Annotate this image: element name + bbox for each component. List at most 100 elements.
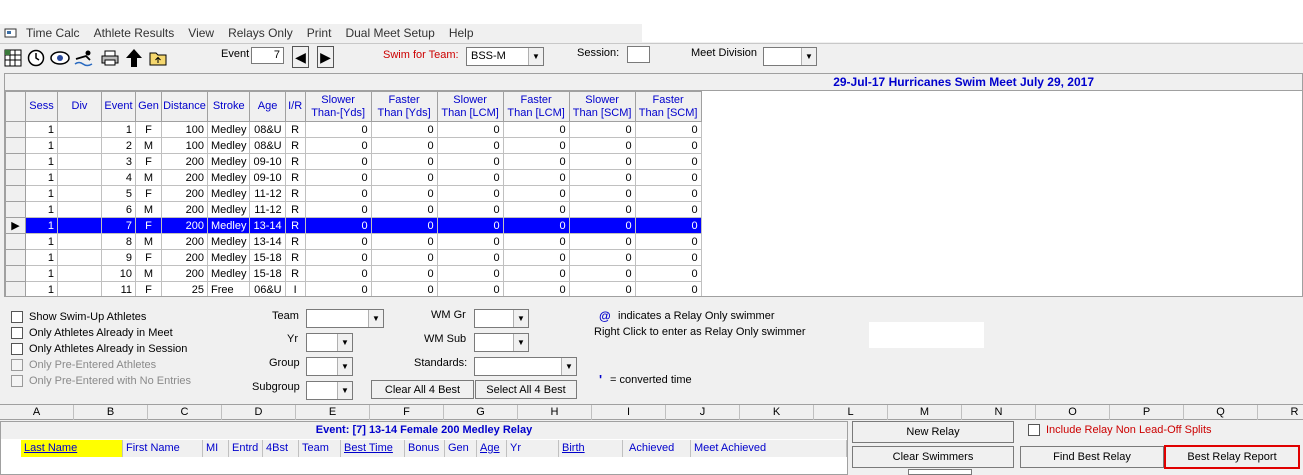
table-cell[interactable]: 0 <box>634 281 702 296</box>
printer-icon[interactable] <box>100 48 120 68</box>
table-cell[interactable] <box>57 153 102 170</box>
table-cell[interactable]: 1 <box>25 217 58 234</box>
group-select[interactable]: ▼ <box>306 357 353 376</box>
table-cell[interactable]: 0 <box>568 281 636 296</box>
table-cell[interactable]: 0 <box>634 169 702 186</box>
table-cell[interactable]: 200 <box>161 153 208 170</box>
new-relay-button[interactable]: New Relay <box>852 421 1014 443</box>
menu-help[interactable]: Help <box>449 26 474 40</box>
table-cell[interactable]: 0 <box>502 233 570 250</box>
table-cell[interactable]: R <box>284 137 306 154</box>
wm-gr-select[interactable]: ▼ <box>474 309 529 328</box>
menu-relays-only[interactable]: Relays Only <box>228 26 293 40</box>
table-cell[interactable]: Medley <box>206 233 251 250</box>
select-all-4-best-button[interactable]: Select All 4 Best <box>475 380 577 399</box>
menu-time-calc[interactable]: Time Calc <box>26 26 80 40</box>
checkbox-box[interactable] <box>11 311 23 323</box>
table-cell[interactable]: 0 <box>436 233 504 250</box>
table-cell[interactable]: 0 <box>568 137 636 154</box>
table-cell[interactable]: 0 <box>370 169 438 186</box>
table-cell[interactable]: R <box>284 121 306 138</box>
clear-all-4-best-button[interactable]: Clear All 4 Best <box>371 380 474 399</box>
col-mi[interactable]: MI <box>203 440 229 457</box>
row-selector[interactable] <box>5 233 26 250</box>
row-selector[interactable] <box>5 281 26 296</box>
include-non-leadoff-checkbox[interactable]: Include Relay Non Lead-Off Splits <box>1028 424 1212 436</box>
table-cell[interactable]: 1 <box>101 121 136 138</box>
table-cell[interactable]: 100 <box>161 121 208 138</box>
table-row[interactable]: 1 1 F 100 Medley 08&U R 0 0 0 0 0 0 <box>5 121 702 138</box>
table-cell[interactable]: Medley <box>206 137 251 154</box>
standards-select[interactable]: ▼ <box>474 357 577 376</box>
team-select[interactable]: ▼ <box>306 309 384 328</box>
table-cell[interactable]: F <box>135 121 162 138</box>
menu-athlete-results[interactable]: Athlete Results <box>94 26 175 40</box>
col-bonus[interactable]: Bonus <box>405 440 445 457</box>
table-cell[interactable]: 0 <box>436 185 504 202</box>
table-cell[interactable]: 0 <box>304 233 372 250</box>
table-cell[interactable]: 1 <box>25 121 58 138</box>
session-input[interactable] <box>627 46 650 63</box>
menu-dual-meet-setup[interactable]: Dual Meet Setup <box>345 26 434 40</box>
table-cell[interactable]: 0 <box>502 265 570 282</box>
table-cell[interactable]: 08&U <box>249 121 286 138</box>
table-cell[interactable]: R <box>284 233 306 250</box>
table-row[interactable]: 1 4 M 200 Medley 09-10 R 0 0 0 0 0 0 <box>5 169 702 186</box>
table-cell[interactable]: 1 <box>25 169 58 186</box>
table-cell[interactable]: F <box>135 153 162 170</box>
table-cell[interactable]: 0 <box>634 249 702 266</box>
table-cell[interactable]: 0 <box>502 121 570 138</box>
row-selector[interactable] <box>5 265 26 282</box>
col-header-11[interactable]: Faster Than [LCM] <box>502 91 570 122</box>
row-selector[interactable] <box>5 153 26 170</box>
table-cell[interactable]: 0 <box>370 121 438 138</box>
table-cell[interactable]: F <box>135 185 162 202</box>
grid-icon[interactable] <box>3 48 23 68</box>
col-header-6[interactable]: Age <box>249 91 286 122</box>
table-cell[interactable]: 1 <box>25 233 58 250</box>
col-age[interactable]: Age <box>477 440 507 457</box>
table-cell[interactable]: 1 <box>25 201 58 218</box>
table-cell[interactable]: 08&U <box>249 137 286 154</box>
table-cell[interactable]: 200 <box>161 169 208 186</box>
table-cell[interactable]: 1 <box>25 185 58 202</box>
table-cell[interactable]: F <box>135 249 162 266</box>
swim-for-team-select[interactable]: BSS-M ▼ <box>466 47 544 66</box>
table-cell[interactable]: 0 <box>370 265 438 282</box>
table-cell[interactable]: 0 <box>568 249 636 266</box>
table-cell[interactable]: Medley <box>206 185 251 202</box>
table-cell[interactable]: 0 <box>634 153 702 170</box>
row-selector[interactable] <box>5 121 26 138</box>
bottom-field[interactable] <box>908 469 972 475</box>
table-cell[interactable]: 0 <box>568 169 636 186</box>
table-cell[interactable]: 0 <box>304 153 372 170</box>
table-cell[interactable]: R <box>284 249 306 266</box>
col-last-name[interactable]: Last Name <box>21 440 123 457</box>
event-input[interactable]: 7 <box>251 47 284 64</box>
table-cell[interactable]: 5 <box>101 185 136 202</box>
table-cell[interactable]: 0 <box>304 121 372 138</box>
table-cell[interactable]: 0 <box>568 201 636 218</box>
menu-view[interactable]: View <box>188 26 214 40</box>
arrow-up-icon[interactable] <box>124 48 144 68</box>
table-cell[interactable]: F <box>135 281 162 296</box>
table-cell[interactable] <box>57 185 102 202</box>
table-cell[interactable]: 0 <box>370 153 438 170</box>
col-achieved[interactable]: Achieved <box>623 440 691 457</box>
col-header-4[interactable]: Distance <box>161 91 208 122</box>
table-cell[interactable]: 0 <box>502 249 570 266</box>
table-cell[interactable]: 15-18 <box>249 249 286 266</box>
col-birth[interactable]: Birth <box>559 440 623 457</box>
table-cell[interactable]: R <box>284 201 306 218</box>
table-cell[interactable]: 200 <box>161 201 208 218</box>
table-cell[interactable]: R <box>284 217 306 234</box>
table-cell[interactable]: Medley <box>206 265 251 282</box>
table-cell[interactable]: 200 <box>161 185 208 202</box>
table-row[interactable]: 1 8 M 200 Medley 13-14 R 0 0 0 0 0 0 <box>5 233 702 250</box>
table-cell[interactable] <box>57 281 102 296</box>
table-cell[interactable]: M <box>135 169 162 186</box>
table-cell[interactable]: R <box>284 153 306 170</box>
checkbox-box[interactable] <box>1028 424 1040 436</box>
table-cell[interactable]: 0 <box>436 201 504 218</box>
eye-icon[interactable] <box>50 48 70 68</box>
